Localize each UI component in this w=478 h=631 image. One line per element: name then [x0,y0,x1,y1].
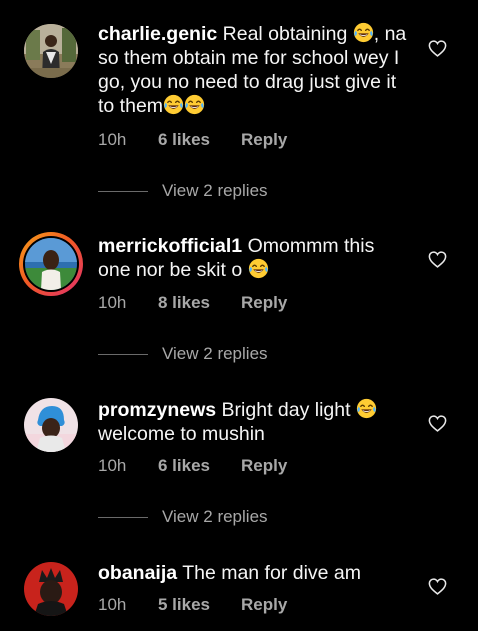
avatar-story-ring[interactable] [19,232,83,296]
like-heart-icon[interactable] [428,578,447,595]
avatar[interactable] [24,562,78,616]
face-with-tears-of-joy-emoji-icon [248,258,269,279]
likes-count[interactable]: 5 likes [158,594,210,616]
comment-meta: 10h 8 likes Reply [98,292,287,314]
face-with-tears-of-joy-emoji-icon [356,398,377,419]
reply-button[interactable]: Reply [241,129,287,151]
likes-count[interactable]: 6 likes [158,129,210,151]
comment-username[interactable]: promzynews [98,399,216,421]
comment-meta: 10h 6 likes Reply [98,455,287,477]
reply-button[interactable]: Reply [241,292,287,314]
like-heart-icon[interactable] [428,415,447,432]
face-with-tears-of-joy-emoji-icon [353,22,374,43]
divider-line [98,354,148,355]
like-heart-icon[interactable] [428,251,447,268]
comment-time: 10h [98,456,127,475]
avatar[interactable] [24,398,78,452]
comment-username[interactable]: charlie.genic [98,23,217,45]
likes-count[interactable]: 8 likes [158,292,210,314]
comment-username[interactable]: obanaija [98,562,177,584]
comment-text: merrickofficial1 Omommm this one nor be … [98,235,375,281]
avatar[interactable] [24,24,78,78]
reply-button[interactable]: Reply [241,455,287,477]
face-with-tears-of-joy-emoji-icon [184,94,205,115]
comment-time: 10h [98,595,127,614]
comment-text: obanaija The man for dive am [98,562,362,584]
view-replies-label: View 2 replies [162,507,268,526]
divider-line [98,191,148,192]
divider-line [98,517,148,518]
avatar [25,238,77,290]
comment-username[interactable]: merrickofficial1 [98,235,242,257]
face-with-tears-of-joy-emoji-icon [163,94,184,115]
view-replies-label: View 2 replies [162,181,268,200]
likes-count[interactable]: 6 likes [158,455,210,477]
comment-time: 10h [98,130,127,149]
comment-meta: 10h 6 likes Reply [98,129,287,151]
comment-time: 10h [98,293,127,312]
reply-button[interactable]: Reply [241,594,287,616]
comment-meta: 10h 5 likes Reply [98,594,287,616]
view-replies-label: View 2 replies [162,344,268,363]
comment-text: charlie.genic Real obtaining , na so the… [98,22,407,117]
comment-text: promzynews Bright day light welcome to m… [98,398,410,446]
like-heart-icon[interactable] [428,40,447,57]
